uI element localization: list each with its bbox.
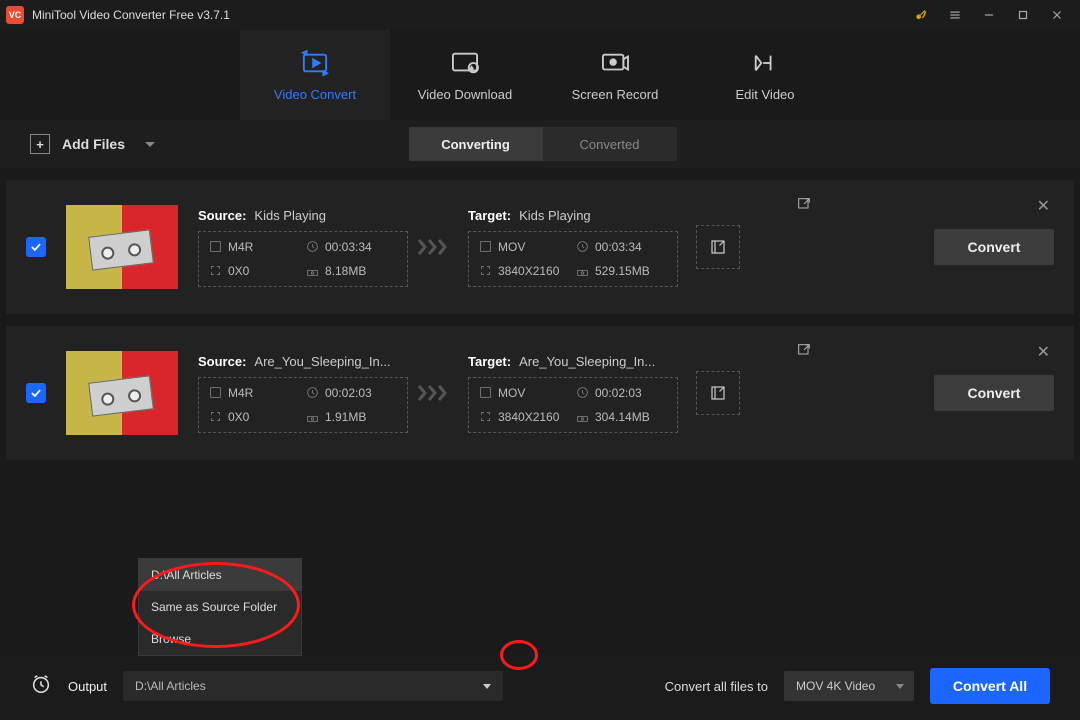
chevron-down-icon (145, 142, 155, 147)
format-label: Convert all files to (665, 679, 768, 694)
tab-label: Edit Video (735, 87, 794, 102)
app-logo: VC (6, 6, 24, 24)
output-label: Output (68, 679, 107, 694)
output-path-option[interactable]: Same as Source Folder (139, 591, 301, 623)
tab-label: Screen Record (572, 87, 659, 102)
thumbnail (66, 351, 178, 435)
tab-video-convert[interactable]: Video Convert (240, 30, 390, 120)
add-files-label: Add Files (62, 136, 125, 152)
file-list: Source:Kids Playing M4R 00:03:34 0X0 8.1… (0, 168, 1080, 472)
convert-button[interactable]: Convert (934, 375, 1054, 411)
open-external-icon[interactable] (796, 196, 812, 217)
source-block: Source:Are_You_Sleeping_In... M4R 00:02:… (198, 354, 408, 433)
convert-icon (300, 49, 330, 77)
arrow-icon (408, 236, 468, 258)
convert-button[interactable]: Convert (934, 229, 1054, 265)
thumbnail (66, 205, 178, 289)
source-block: Source:Kids Playing M4R 00:03:34 0X0 8.1… (198, 208, 408, 287)
download-icon (450, 49, 480, 77)
main-tabs: Video Convert Video Download Screen Reco… (0, 30, 1080, 120)
record-icon (600, 49, 630, 77)
output-path-option[interactable]: Browse (139, 623, 301, 655)
remove-row-icon[interactable]: ✕ (1037, 342, 1050, 362)
titlebar: VC MiniTool Video Converter Free v3.7.1 (0, 0, 1080, 30)
file-row: Source:Are_You_Sleeping_In... M4R 00:02:… (6, 326, 1074, 460)
close-icon[interactable] (1040, 0, 1074, 30)
edit-icon (750, 49, 780, 77)
file-row: Source:Kids Playing M4R 00:03:34 0X0 8.1… (6, 180, 1074, 314)
action-bar: + Add Files Converting Converted (0, 120, 1080, 168)
output-path-menu: D:\All Articles Same as Source Folder Br… (138, 558, 302, 656)
output-path-select[interactable]: D:\All Articles (123, 671, 503, 701)
format-settings-button[interactable] (696, 371, 740, 415)
schedule-icon[interactable] (30, 673, 52, 700)
maximize-icon[interactable] (1006, 0, 1040, 30)
status-segment: Converting Converted (409, 127, 677, 161)
key-icon[interactable] (904, 0, 938, 30)
convert-all-button[interactable]: Convert All (930, 668, 1050, 704)
remove-row-icon[interactable]: ✕ (1037, 196, 1050, 216)
row-checkbox[interactable] (26, 383, 46, 403)
target-block: Target:Are_You_Sleeping_In... MOV 00:02:… (468, 354, 678, 433)
tab-screen-record[interactable]: Screen Record (540, 30, 690, 120)
add-files-button[interactable]: + Add Files (30, 134, 155, 154)
footer: Output D:\All Articles Convert all files… (0, 652, 1080, 720)
row-checkbox[interactable] (26, 237, 46, 257)
tab-converting[interactable]: Converting (409, 127, 543, 161)
format-settings-button[interactable] (696, 225, 740, 269)
open-external-icon[interactable] (796, 342, 812, 363)
output-format-select[interactable]: MOV 4K Video (784, 671, 914, 701)
tab-video-download[interactable]: Video Download (390, 30, 540, 120)
tab-converted[interactable]: Converted (543, 127, 677, 161)
output-path-option[interactable]: D:\All Articles (139, 559, 301, 591)
menu-icon[interactable] (938, 0, 972, 30)
app-title: MiniTool Video Converter Free v3.7.1 (32, 8, 230, 22)
plus-icon: + (30, 134, 50, 154)
tab-label: Video Convert (274, 87, 356, 102)
arrow-icon (408, 382, 468, 404)
tab-label: Video Download (418, 87, 512, 102)
tab-edit-video[interactable]: Edit Video (690, 30, 840, 120)
target-block: Target:Kids Playing MOV 00:03:34 3840X21… (468, 208, 678, 287)
minimize-icon[interactable] (972, 0, 1006, 30)
chevron-down-icon (483, 684, 491, 689)
chevron-down-icon (896, 684, 904, 689)
